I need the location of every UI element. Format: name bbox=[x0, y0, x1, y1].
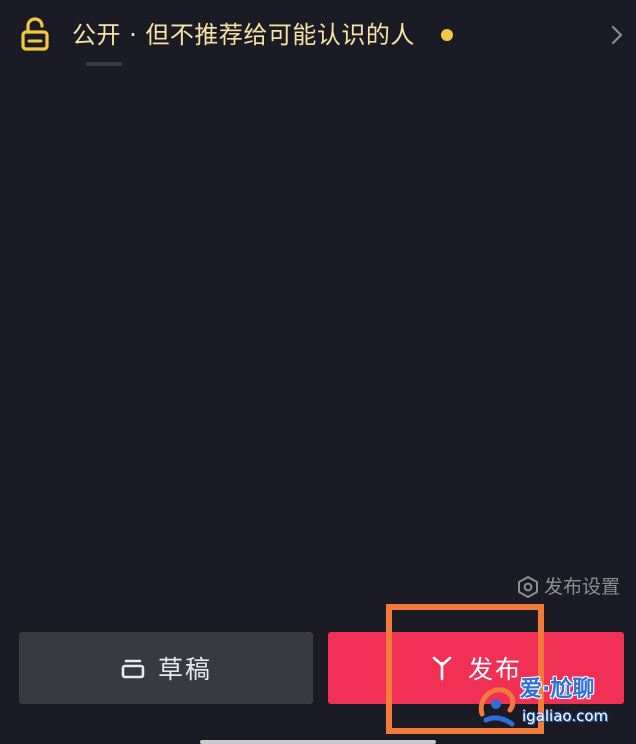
publish-button[interactable]: 发布 bbox=[328, 632, 624, 704]
unlock-icon bbox=[21, 17, 49, 51]
publish-sparkle-icon bbox=[432, 656, 452, 681]
divider-mark bbox=[86, 62, 122, 66]
publish-label: 发布 bbox=[467, 655, 522, 684]
draft-box-icon bbox=[121, 659, 145, 679]
draft-button[interactable]: 草稿 bbox=[19, 632, 313, 704]
watermark-url: igaliao.com bbox=[522, 707, 609, 725]
draft-label: 草稿 bbox=[157, 655, 212, 684]
publish-settings-label: 发布设置 bbox=[544, 576, 621, 598]
hexagon-settings-icon bbox=[518, 576, 538, 598]
new-indicator-dot bbox=[441, 29, 453, 41]
home-indicator bbox=[200, 740, 436, 744]
chevron-right-icon bbox=[611, 25, 623, 45]
privacy-label: 公开 · 但不推荐给可能认识的人 bbox=[72, 21, 415, 49]
